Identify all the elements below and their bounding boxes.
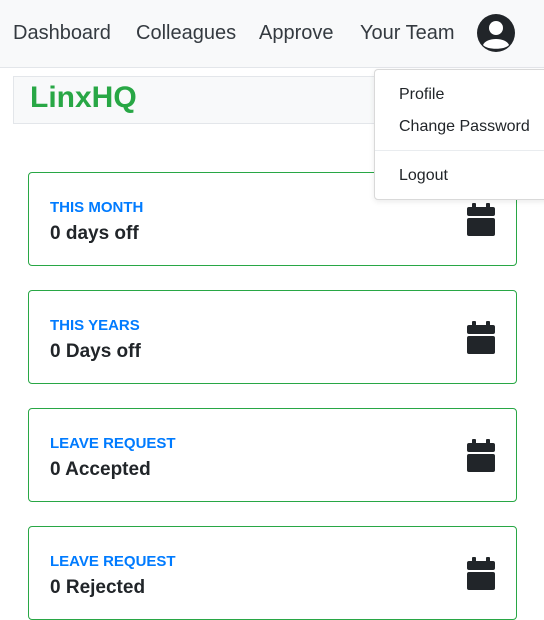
card-label: LEAVE REQUEST: [50, 435, 176, 452]
brand-title: LinxHQ: [30, 81, 137, 114]
stat-card-this-year: THIS YEARS 0 Days off: [28, 290, 517, 384]
nav-dashboard[interactable]: Dashboard: [13, 22, 111, 45]
card-value: 0 Accepted: [50, 459, 151, 480]
menu-item-logout[interactable]: Logout: [399, 167, 448, 185]
card-value: 0 Days off: [50, 341, 141, 362]
calendar-icon: [467, 321, 495, 354]
user-dropdown-menu: Profile Change Password Logout: [374, 69, 544, 200]
user-account-icon[interactable]: [476, 13, 516, 53]
card-label: LEAVE REQUEST: [50, 553, 176, 570]
top-navbar: Dashboard Colleagues Approve Your Team: [0, 0, 544, 68]
calendar-icon: [467, 203, 495, 236]
nav-colleagues[interactable]: Colleagues: [136, 22, 236, 45]
card-value: 0 days off: [50, 223, 139, 244]
calendar-icon: [467, 557, 495, 590]
calendar-icon: [467, 439, 495, 472]
card-value: 0 Rejected: [50, 577, 146, 598]
stat-card-accepted: LEAVE REQUEST 0 Accepted: [28, 408, 517, 502]
stat-card-rejected: LEAVE REQUEST 0 Rejected: [28, 526, 517, 620]
nav-approve[interactable]: Approve: [259, 22, 334, 45]
nav-your-team[interactable]: Your Team: [360, 22, 455, 45]
card-label: THIS MONTH: [50, 199, 144, 216]
menu-item-profile[interactable]: Profile: [399, 86, 444, 104]
menu-divider: [375, 150, 544, 151]
menu-item-change-password[interactable]: Change Password: [399, 118, 530, 136]
brand-header: LinxHQ: [13, 76, 413, 124]
card-label: THIS YEARS: [50, 317, 140, 334]
